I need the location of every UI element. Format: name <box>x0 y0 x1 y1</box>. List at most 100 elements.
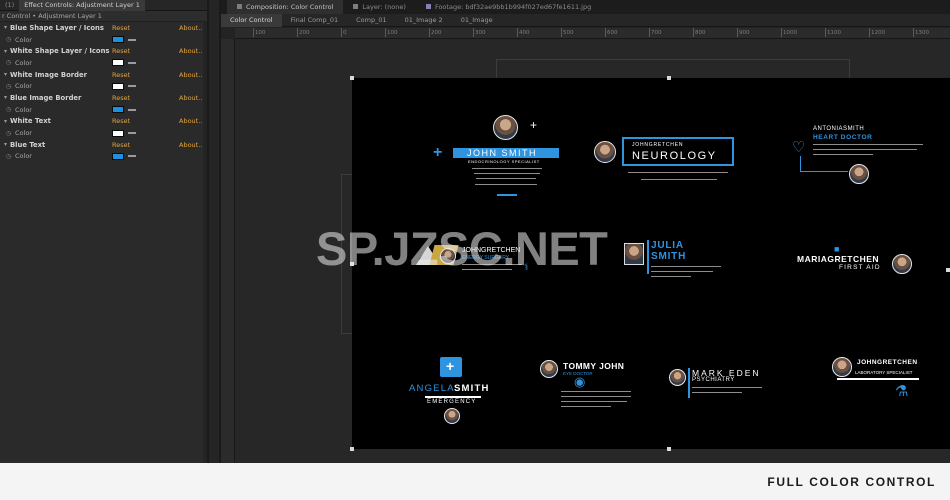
john-bio-line <box>476 178 536 180</box>
tab-effect-controls[interactable]: Effect Controls: Adjustment Layer 1 <box>19 0 145 11</box>
effect-controls-panel: (1) Effect Controls: Adjustment Layer 1 … <box>0 0 207 463</box>
stopwatch-icon[interactable]: ◷ <box>6 130 15 137</box>
effect-row[interactable]: ▾ White Shape Layer / Icons Reset About... <box>0 45 207 57</box>
effect-row[interactable]: ▾ Blue Text Reset About... <box>0 139 207 151</box>
color-swatch[interactable] <box>112 82 124 90</box>
comp-tab-image2[interactable]: 01_Image 2 <box>396 14 452 27</box>
tommy-name: TOMMY JOHN <box>563 361 625 371</box>
vertical-ruler[interactable] <box>221 39 235 463</box>
color-property-row: ◷ Color <box>0 80 207 92</box>
tab-composition-label: Composition: Color Control <box>246 3 334 11</box>
reset-button[interactable]: Reset <box>112 47 179 55</box>
john-bio-line <box>474 173 540 175</box>
color-property-row: ◷ Color <box>0 104 207 116</box>
reset-button[interactable]: Reset <box>112 94 179 102</box>
property-label: Color <box>15 152 32 161</box>
tab-project[interactable]: (1) <box>0 0 19 11</box>
effect-name: White Text <box>10 117 51 126</box>
effect-name: White Shape Layer / Icons <box>10 47 110 56</box>
julia-bio-line <box>651 266 721 268</box>
antonia-bio-line <box>813 144 923 146</box>
about-button[interactable]: About... <box>179 117 204 125</box>
eyedropper-icon[interactable] <box>128 108 136 111</box>
reset-button[interactable]: Reset <box>112 117 179 125</box>
effect-row[interactable]: ▾ Blue Image Border Reset About... <box>0 92 207 104</box>
transform-handle[interactable] <box>667 76 671 80</box>
reset-button[interactable]: Reset <box>112 24 179 32</box>
panel-divider[interactable] <box>207 0 221 463</box>
viewer-tabbar: Composition: Color Control Layer: (none)… <box>221 0 950 14</box>
tommy-bio-line <box>561 396 631 398</box>
comp-tab-final-comp[interactable]: Final Comp_01 <box>282 14 348 27</box>
lock-icon[interactable] <box>353 4 359 9</box>
stopwatch-icon[interactable]: ◷ <box>6 106 15 113</box>
tommy-bio-line <box>561 391 631 393</box>
maria-name: MARIAGRETCHEN <box>797 254 880 264</box>
angela-first-name: ANGELA <box>409 383 455 394</box>
effect-controls-breadcrumb: r Control • Adjustment Layer 1 <box>0 11 207 22</box>
comp-tab-comp01[interactable]: Comp_01 <box>347 14 396 27</box>
stopwatch-icon[interactable]: ◷ <box>6 36 15 43</box>
lock-icon[interactable] <box>425 4 431 9</box>
antonia-bio-line <box>813 149 917 151</box>
angela-role: EMERGENCY <box>427 399 477 405</box>
color-property-row: ◷ Color <box>0 127 207 139</box>
eyedropper-icon[interactable] <box>128 85 136 88</box>
lock-icon[interactable] <box>237 4 242 9</box>
comp-tab-image[interactable]: 01_Image <box>452 14 502 27</box>
ruler-tick: 500 <box>561 28 574 37</box>
eyedropper-icon[interactable] <box>128 38 136 41</box>
color-swatch[interactable] <box>112 106 124 114</box>
julia-divider <box>647 240 649 274</box>
tommy-bio-line <box>561 401 627 403</box>
color-swatch[interactable] <box>112 152 124 160</box>
comp-tab-color-control[interactable]: Color Control <box>221 13 282 27</box>
about-button[interactable]: About... <box>179 71 204 79</box>
john-bio-line <box>475 184 537 186</box>
tab-footage-label: Footage: bdf32ae9bb1b994f027ed67fe1611.j… <box>434 3 592 11</box>
stopwatch-icon[interactable]: ◷ <box>6 153 15 160</box>
john-role: ENDOCRINOLOGY SPECIALIST <box>468 159 540 164</box>
eyedropper-icon[interactable] <box>128 155 136 158</box>
eye-icon: ◉ <box>574 374 586 389</box>
about-button[interactable]: About... <box>179 47 204 55</box>
color-swatch[interactable] <box>112 36 124 44</box>
transform-handle[interactable] <box>350 447 354 451</box>
ruler-tick: 1200 <box>869 28 885 37</box>
panel-grip[interactable] <box>209 0 219 463</box>
angela-last-name: SMITH <box>454 383 490 394</box>
ruler-tick: 400 <box>517 28 530 37</box>
about-button[interactable]: About... <box>179 24 204 32</box>
mark-bio-line <box>692 387 762 389</box>
eyedropper-icon[interactable] <box>128 132 136 135</box>
john-divider <box>497 194 517 196</box>
transform-handle[interactable] <box>350 76 354 80</box>
eyedropper-icon[interactable] <box>128 61 136 64</box>
tab-layer[interactable]: Layer: (none) <box>343 0 416 14</box>
mark-bio-line <box>692 392 742 394</box>
effect-row[interactable]: ▾ White Image Border Reset About... <box>0 69 207 81</box>
transform-handle[interactable] <box>667 447 671 451</box>
reset-button[interactable]: Reset <box>112 141 179 149</box>
effect-row[interactable]: ▾ White Text Reset About... <box>0 116 207 128</box>
color-swatch[interactable] <box>112 59 124 67</box>
horizontal-ruler[interactable]: 100 200 0 100 200 300 400 500 600 700 800 900 1000 11… <box>235 28 950 39</box>
neurology-bio-line <box>628 172 728 174</box>
transform-handle[interactable] <box>946 268 950 272</box>
tab-footage[interactable]: Footage: bdf32ae9bb1b994f027ed67fe1611.j… <box>416 0 601 14</box>
mark-role: PSYCHIATRY <box>692 377 735 383</box>
about-button[interactable]: About... <box>179 141 204 149</box>
stopwatch-icon[interactable]: ◷ <box>6 59 15 66</box>
stopwatch-icon[interactable]: ◷ <box>6 83 15 90</box>
property-label: Color <box>15 105 32 114</box>
effect-row[interactable]: ▾ Blue Shape Layer / Icons Reset About... <box>0 22 207 34</box>
ruler-tick: 800 <box>693 28 706 37</box>
julia-first-name: JULIA <box>651 240 684 251</box>
antonia-role: HEART DOCTOR <box>813 134 873 141</box>
property-label: Color <box>15 129 32 138</box>
tab-composition[interactable]: Composition: Color Control <box>227 0 344 14</box>
color-swatch[interactable] <box>112 129 124 137</box>
about-button[interactable]: About... <box>179 94 204 102</box>
reset-button[interactable]: Reset <box>112 71 179 79</box>
footer-strip: FULL COLOR CONTROL <box>0 463 950 500</box>
